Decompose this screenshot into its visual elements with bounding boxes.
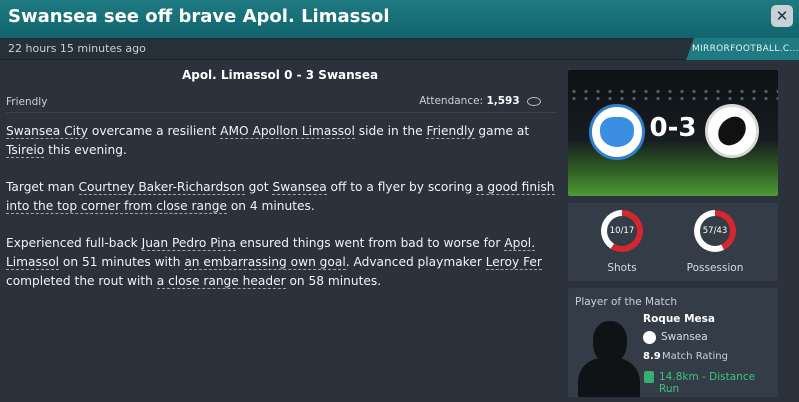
text: game at — [474, 124, 530, 138]
shots-label: Shots — [607, 262, 637, 274]
news-title: Swansea see off brave Apol. Limassol — [8, 6, 390, 27]
title-bar: Swansea see off brave Apol. Limassol ✕ — [0, 0, 799, 38]
player-of-the-match-panel: Player of the Match Roque Mesa Swansea 8… — [568, 288, 778, 397]
potm-distance: 14.8km - Distance Run — [659, 371, 756, 395]
thumbs-up-icon — [644, 371, 654, 383]
weather-icon — [527, 96, 541, 106]
possession-label: Possession — [686, 262, 744, 274]
text: ensured things went from bad to worse fo… — [235, 236, 505, 250]
text: off to a flyer by scoring — [326, 180, 477, 194]
link-own-goal[interactable]: an embarrassing own goal — [184, 255, 346, 270]
text: on 4 minutes. — [226, 199, 315, 213]
text: completed the rout with — [6, 274, 157, 288]
attendance-value: 1,593 — [486, 95, 520, 107]
text: overcame a resilient — [87, 124, 221, 138]
text: on 51 minutes with — [59, 255, 185, 269]
link-juan-pedro-pina[interactable]: Juan Pedro Pina — [141, 236, 236, 251]
link-friendly[interactable]: Friendly — [426, 124, 475, 139]
source-link[interactable]: MIRRORFOOTBALL.C... — [686, 38, 799, 60]
divider — [6, 112, 556, 113]
link-leroy-fer[interactable]: Leroy Fer — [485, 255, 542, 270]
competition-label: Friendly — [6, 96, 48, 108]
potm-title: Player of the Match — [575, 296, 678, 308]
possession-value: 57/43 — [700, 216, 730, 246]
potm-player-name[interactable]: Roque Mesa — [643, 313, 715, 325]
club-badge-icon — [643, 331, 656, 344]
text: got — [244, 180, 273, 194]
link-tsireio[interactable]: Tsireio — [6, 143, 45, 158]
text: this evening. — [44, 143, 127, 157]
score-panel[interactable]: 0-3 — [568, 70, 778, 196]
text: on 58 minutes. — [285, 274, 382, 288]
news-subbar: 22 hours 15 minutes ago MIRRORFOOTBALL.C… — [0, 38, 799, 60]
attendance: Attendance: 1,593 — [419, 95, 541, 107]
away-crest-emblem — [712, 112, 752, 150]
shots-ring: 10/17 — [601, 210, 643, 252]
article-paragraph-1: Swansea City overcame a resilient AMO Ap… — [6, 122, 556, 160]
away-crest-icon[interactable] — [705, 104, 759, 158]
link-swansea[interactable]: Swansea — [272, 180, 327, 195]
link-amo-apollon[interactable]: AMO Apollon Limassol — [220, 124, 355, 139]
article-paragraph-3: Experienced full-back Juan Pedro Pina en… — [6, 234, 556, 291]
stadium-lights — [568, 88, 778, 102]
text: Target man — [6, 180, 79, 194]
text: side in the — [354, 124, 427, 138]
potm-rating: 8.9 — [643, 351, 661, 362]
article-paragraph-2: Target man Courtney Baker-Richardson got… — [6, 178, 556, 216]
text: Experienced full-back — [6, 236, 142, 250]
possession-ring: 57/43 — [694, 210, 736, 252]
home-crest-emblem — [600, 117, 634, 147]
text: . Advanced playmaker — [345, 255, 486, 269]
home-crest-icon[interactable] — [589, 104, 645, 160]
potm-club[interactable]: Swansea — [661, 331, 708, 343]
link-courtney-baker-richardson[interactable]: Courtney Baker-Richardson — [78, 180, 245, 195]
close-icon[interactable]: ✕ — [771, 5, 793, 27]
player-silhouette-body — [578, 358, 640, 397]
potm-rating-label: Match Rating — [662, 351, 728, 362]
shots-value: 10/17 — [607, 216, 637, 246]
attendance-label: Attendance: — [419, 95, 484, 107]
player-silhouette-icon — [593, 321, 627, 363]
timestamp: 22 hours 15 minutes ago — [8, 42, 146, 55]
match-stats-panel: 10/17 Shots 57/43 Possession — [568, 203, 778, 281]
match-score: 0-3 — [649, 113, 697, 143]
link-swansea-city[interactable]: Swansea City — [6, 124, 88, 139]
match-headline: Apol. Limassol 0 - 3 Swansea — [181, 68, 379, 82]
link-goal-3[interactable]: a close range header — [156, 274, 286, 289]
